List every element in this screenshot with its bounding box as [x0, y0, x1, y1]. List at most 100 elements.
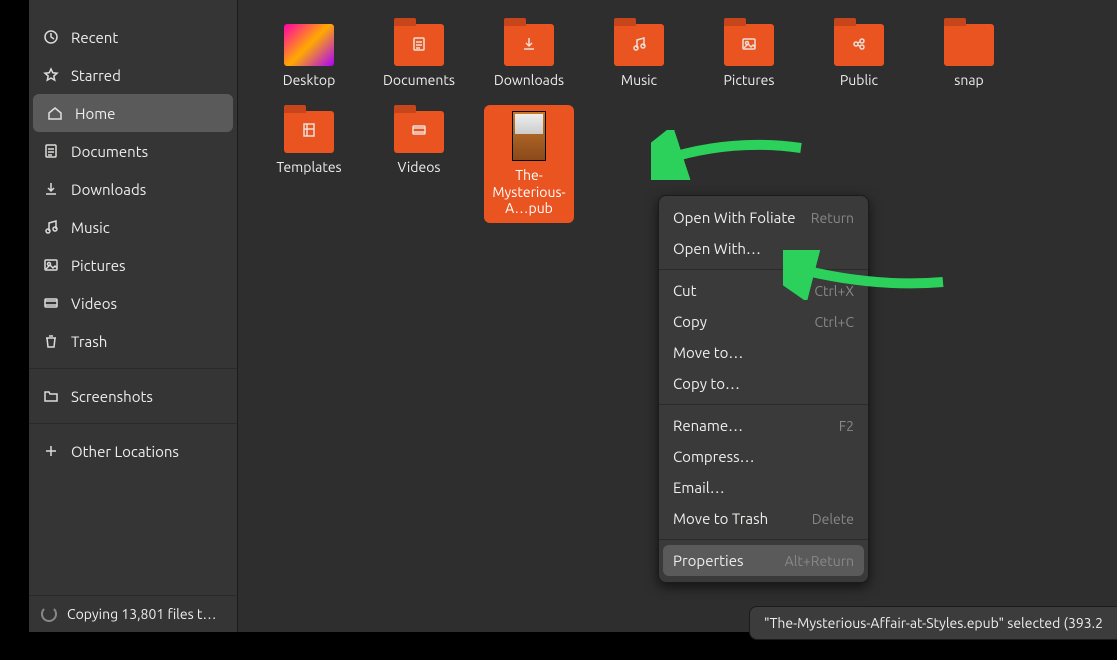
- sidebar-item-home[interactable]: Home: [33, 94, 233, 132]
- menu-item-label: Email…: [673, 479, 725, 496]
- folder-icon: [504, 24, 554, 66]
- sidebar-item-other-locations[interactable]: Other Locations: [29, 432, 237, 470]
- context-menu: Open With Foliate Return Open With… Cut Ctrl…: [658, 195, 869, 583]
- copy-status: Copying 13,801 files t…: [29, 595, 237, 632]
- epub-thumbnail: [512, 111, 546, 161]
- sidebar-item-label: Videos: [71, 295, 117, 312]
- folder-icon: [394, 24, 444, 66]
- sidebar-item-label: Home: [75, 105, 115, 122]
- sidebar-item-music[interactable]: Music: [29, 208, 237, 246]
- file-label: Downloads: [494, 72, 564, 89]
- sidebar-item-label: Recent: [71, 29, 118, 46]
- sidebar-item-recent[interactable]: Recent: [29, 18, 237, 56]
- file-item[interactable]: Pictures: [704, 18, 794, 95]
- menu-item[interactable]: Open With…: [659, 233, 868, 264]
- menu-item[interactable]: PropertiesAlt+Return: [663, 545, 864, 576]
- sidebar-item-label: Music: [71, 219, 110, 236]
- menu-item-shortcut: F2: [839, 418, 854, 434]
- file-label: Music: [621, 72, 657, 89]
- file-label: Templates: [276, 159, 341, 176]
- file-label: Public: [840, 72, 878, 89]
- file-label: snap: [954, 72, 983, 89]
- menu-item-label: Move to Trash: [673, 510, 768, 527]
- selection-status-bar: "The-Mysterious-Affair-at-Styles.epub" s…: [749, 606, 1117, 640]
- video-icon: [43, 295, 59, 311]
- home-icon: [47, 105, 63, 121]
- main-area[interactable]: Desktop Documents Downloads Music Pictures Pu…: [238, 0, 1117, 632]
- sidebar-places: Recent Starred Home Documents Downloads Music…: [29, 0, 237, 595]
- menu-item[interactable]: Move to Trash Delete: [659, 503, 868, 534]
- menu-item-label: Move to…: [673, 344, 743, 361]
- file-item[interactable]: Videos: [374, 105, 464, 223]
- folder-icon: [834, 24, 884, 66]
- menu-item-shortcut: Delete: [812, 511, 854, 527]
- menu-item-label: Open With Foliate: [673, 209, 796, 226]
- sidebar-item-screenshots[interactable]: Screenshots: [29, 377, 237, 415]
- file-item[interactable]: Desktop: [264, 18, 354, 95]
- menu-item[interactable]: Rename…F2: [659, 410, 868, 441]
- sidebar-item-label: Pictures: [71, 257, 126, 274]
- file-label: Pictures: [724, 72, 775, 89]
- menu-item-label: Compress…: [673, 448, 755, 465]
- doc-icon: [43, 143, 59, 159]
- trash-icon: [43, 333, 59, 349]
- menu-separator: [659, 539, 868, 540]
- folder-icon: [284, 111, 334, 153]
- menu-item[interactable]: Compress…: [659, 441, 868, 472]
- file-item[interactable]: Documents: [374, 18, 464, 95]
- file-label: The-Mysterious-A…pub: [486, 167, 572, 217]
- menu-item-shortcut: Return: [811, 210, 854, 226]
- sidebar-item-trash[interactable]: Trash: [29, 322, 237, 360]
- folder-icon: [724, 24, 774, 66]
- desktop-icon: [284, 24, 334, 66]
- menu-item[interactable]: Cut Ctrl+X: [659, 275, 868, 306]
- menu-separator: [659, 404, 868, 405]
- menu-item[interactable]: Email…: [659, 472, 868, 503]
- sidebar-item-documents[interactable]: Documents: [29, 132, 237, 170]
- spinner-icon: [41, 606, 57, 622]
- picture-icon: [43, 257, 59, 273]
- file-item[interactable]: Templates: [264, 105, 354, 223]
- file-item[interactable]: The-Mysterious-A…pub: [484, 105, 574, 223]
- folder-icon: [43, 388, 59, 404]
- file-label: Documents: [383, 72, 455, 89]
- sidebar: Recent Starred Home Documents Downloads Music…: [29, 0, 238, 632]
- sidebar-item-pictures[interactable]: Pictures: [29, 246, 237, 284]
- menu-item-label: Copy: [673, 313, 707, 330]
- clock-icon: [43, 29, 59, 45]
- selection-status-text: "The-Mysterious-Affair-at-Styles.epub" s…: [764, 615, 1103, 631]
- file-label: Desktop: [283, 72, 336, 89]
- sidebar-item-label: Documents: [71, 143, 148, 160]
- copy-status-text: Copying 13,801 files t…: [67, 606, 216, 622]
- menu-item-label: Cut: [673, 282, 697, 299]
- file-item[interactable]: Downloads: [484, 18, 574, 95]
- sidebar-item-downloads[interactable]: Downloads: [29, 170, 237, 208]
- plus-icon: [43, 443, 59, 459]
- menu-item-label: Copy to…: [673, 375, 740, 392]
- sidebar-item-label: Starred: [71, 67, 121, 84]
- download-icon: [43, 181, 59, 197]
- menu-item-shortcut: Ctrl+X: [814, 283, 854, 299]
- menu-item-shortcut: Ctrl+C: [814, 314, 854, 330]
- file-item[interactable]: Music: [594, 18, 684, 95]
- menu-item-label: Open With…: [673, 240, 761, 257]
- folder-icon: [614, 24, 664, 66]
- sidebar-item-starred[interactable]: Starred: [29, 56, 237, 94]
- folder-icon: [944, 24, 994, 66]
- sidebar-item-label: Downloads: [71, 181, 146, 198]
- file-item[interactable]: Public: [814, 18, 904, 95]
- music-icon: [43, 219, 59, 235]
- file-manager-window: Recent Starred Home Documents Downloads Music…: [29, 0, 1117, 632]
- file-grid[interactable]: Desktop Documents Downloads Music Pictures Pu…: [248, 18, 1107, 223]
- menu-item[interactable]: Copy to…: [659, 368, 868, 399]
- sidebar-item-label: Other Locations: [71, 443, 179, 460]
- menu-item[interactable]: Copy Ctrl+C: [659, 306, 868, 337]
- sidebar-item-label: Trash: [71, 333, 107, 350]
- file-item[interactable]: snap: [924, 18, 1014, 95]
- menu-item-label: Properties: [673, 552, 744, 569]
- file-label: Videos: [398, 159, 441, 176]
- menu-item[interactable]: Open With Foliate Return: [659, 202, 868, 233]
- menu-item[interactable]: Move to…: [659, 337, 868, 368]
- sidebar-item-videos[interactable]: Videos: [29, 284, 237, 322]
- star-icon: [43, 67, 59, 83]
